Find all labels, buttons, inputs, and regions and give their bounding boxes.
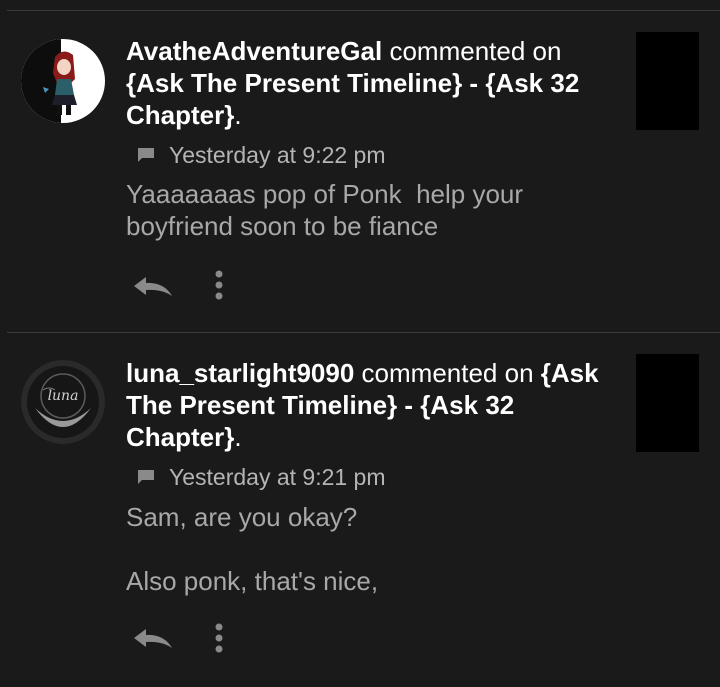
action-text: commented on (361, 358, 534, 388)
comment-icon (138, 470, 154, 484)
vertical-dots-icon (215, 270, 223, 300)
luna-moon-avatar: luna (21, 360, 105, 444)
comment-text: Yaaaaaaas pop of Ponk help your boyfrien… (126, 179, 531, 241)
vertical-dots-icon (215, 623, 223, 653)
divider (7, 332, 720, 333)
notification-headline: AvatheAdventureGal commented on {Ask The… (126, 35, 606, 131)
reply-button[interactable] (130, 624, 176, 654)
more-options-button[interactable] (206, 622, 232, 656)
reply-arrow-icon (134, 277, 172, 296)
username-link[interactable]: AvatheAdventureGal (126, 36, 382, 66)
timestamp: Yesterday at 9:21 pm (169, 464, 386, 490)
action-text: commented on (389, 36, 562, 66)
period-text: . (234, 100, 242, 130)
comment-text: Sam, are you okay? Also ponk, that's nic… (126, 502, 379, 596)
divider (7, 10, 720, 11)
comment-icon (138, 148, 154, 162)
svg-text:luna: luna (48, 388, 79, 404)
timestamp-row: Yesterday at 9:22 pm (137, 141, 386, 169)
anime-character-avatar (21, 39, 105, 123)
story-thumbnail[interactable] (636, 32, 699, 130)
more-options-button[interactable] (206, 269, 232, 303)
period-text: . (234, 422, 242, 452)
user-avatar[interactable]: luna (21, 360, 105, 444)
notification-headline: luna_starlight9090 commented on {Ask The… (126, 357, 606, 453)
user-avatar[interactable] (21, 39, 105, 123)
timestamp-row: Yesterday at 9:21 pm (137, 463, 386, 491)
reply-arrow-icon (134, 629, 172, 648)
timestamp: Yesterday at 9:22 pm (169, 142, 386, 168)
reply-button[interactable] (130, 272, 176, 302)
story-link[interactable]: {Ask The Present Timeline} - {Ask 32 Cha… (126, 68, 579, 130)
username-link[interactable]: luna_starlight9090 (126, 358, 354, 388)
story-thumbnail[interactable] (636, 354, 699, 452)
notification-feed: AvatheAdventureGal commented on {Ask The… (0, 0, 720, 687)
